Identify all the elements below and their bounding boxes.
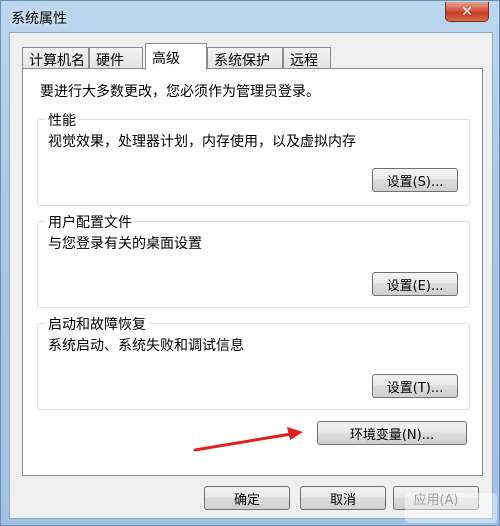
cancel-button[interactable]: 取消: [300, 486, 386, 510]
admin-notice: 要进行大多数更改，您必须作为管理员登录。: [40, 84, 320, 100]
user-profiles-description: 与您登录有关的桌面设置: [48, 236, 202, 252]
user-profiles-title: 用户配置文件: [45, 212, 135, 232]
advanced-tab-panel: 要进行大多数更改，您必须作为管理员登录。 性能 视觉效果，处理器计划，内存使用，…: [22, 68, 483, 476]
performance-description: 视觉效果，处理器计划，内存使用，以及虚拟内存: [48, 134, 356, 150]
title-bar[interactable]: 系统属性 ✕: [1, 1, 499, 31]
system-properties-window: 系统属性 ✕ 计算机名 硬件 高级 系统保护 远程 要进行大多数更改，您必须作为…: [0, 0, 500, 526]
performance-settings-button[interactable]: 设置(S)...: [372, 168, 458, 192]
user-profiles-group: 用户配置文件 与您登录有关的桌面设置 设置(E)...: [37, 212, 470, 308]
window-title: 系统属性: [11, 11, 67, 27]
tab-remote[interactable]: 远程: [283, 47, 331, 69]
close-icon: ✕: [461, 3, 473, 20]
ok-button[interactable]: 确定: [204, 486, 290, 510]
performance-group: 性能 视觉效果，处理器计划，内存使用，以及虚拟内存 设置(S)...: [37, 110, 470, 206]
startup-recovery-settings-button[interactable]: 设置(T)...: [372, 374, 458, 398]
user-profiles-settings-button[interactable]: 设置(E)...: [372, 272, 458, 296]
performance-title: 性能: [45, 110, 79, 130]
startup-recovery-title: 启动和故障恢复: [45, 314, 149, 334]
red-arrow-annotation-icon: [193, 427, 303, 452]
watermark-overlay: [405, 493, 497, 523]
tab-hardware[interactable]: 硬件: [89, 47, 143, 69]
tab-computer-name[interactable]: 计算机名: [22, 47, 89, 69]
environment-variables-button[interactable]: 环境变量(N)...: [317, 421, 467, 445]
tab-system-protection[interactable]: 系统保护: [207, 47, 283, 69]
startup-recovery-group: 启动和故障恢复 系统启动、系统失败和调试信息 设置(T)...: [37, 314, 470, 410]
close-button[interactable]: ✕: [445, 2, 489, 22]
tab-advanced[interactable]: 高级: [145, 43, 207, 70]
startup-recovery-description: 系统启动、系统失败和调试信息: [48, 338, 244, 354]
